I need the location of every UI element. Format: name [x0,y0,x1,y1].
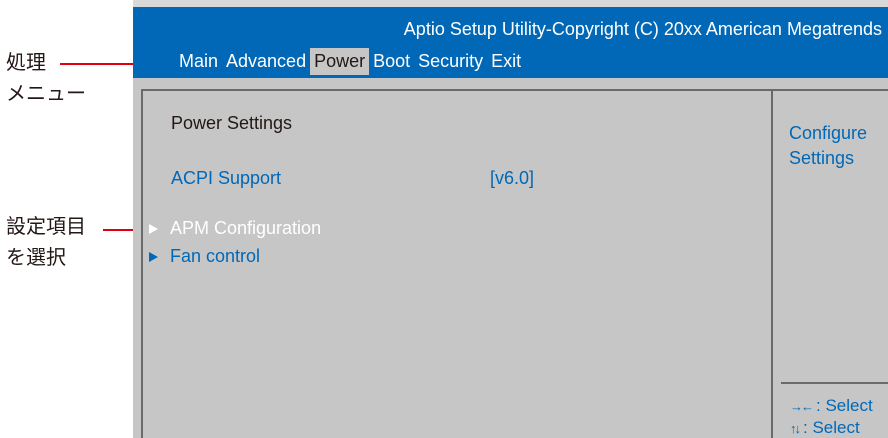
bios-menu-bar: Main Advanced Power Boot Security Exit [175,48,525,75]
bios-setup-screen: Aptio Setup Utility-Copyright (C) 20xx A… [133,0,888,438]
help-description: Configure Settings [789,123,868,168]
submenu-fan-label: Fan control [170,246,261,266]
submenu-apm-configuration[interactable]: APM Configuration [149,218,321,239]
section-title: Power Settings [171,113,293,133]
annotation-processing-menu: 処理 メニュー [6,48,86,110]
menu-tab-advanced[interactable]: Advanced [222,48,310,75]
annotation-item-line1: 設定項目 [6,216,86,238]
acpi-support-value[interactable]: [v6.0] [490,168,534,189]
annotation-item-line2: を選択 [6,247,66,269]
menu-tab-boot[interactable]: Boot [369,48,414,75]
annotation-select-item: 設定項目 を選択 [6,212,86,274]
bios-title: Aptio Setup Utility-Copyright (C) 20xx A… [403,19,882,39]
key-help-text: : Select [816,396,873,415]
triangle-right-icon [149,251,158,262]
bios-header: Aptio Setup Utility-Copyright (C) 20xx A… [133,7,888,78]
submenu-apm-label: APM Configuration [170,218,322,238]
key-help-text: : Select [803,418,860,437]
left-right-arrows-icon: →← [790,399,814,414]
key-help-select-screen: →←: Select [790,396,873,416]
menu-tab-security[interactable]: Security [414,48,487,75]
up-down-arrows-icon: ↑↓ [790,421,801,436]
submenu-fan-control[interactable]: Fan control [149,246,260,267]
triangle-right-icon [149,223,158,234]
menu-tab-power[interactable]: Power [310,48,370,75]
menu-tab-main[interactable]: Main [175,48,222,75]
annotation-menu-line2: メニュー [6,83,86,105]
key-help-divider [781,382,888,384]
help-panel-divider [771,89,773,438]
acpi-support-label[interactable]: ACPI Support [171,168,281,189]
bios-top-stripe [133,0,888,7]
key-help-select-item: ↑↓: Select [790,418,860,438]
menu-tab-exit[interactable]: Exit [487,48,525,75]
